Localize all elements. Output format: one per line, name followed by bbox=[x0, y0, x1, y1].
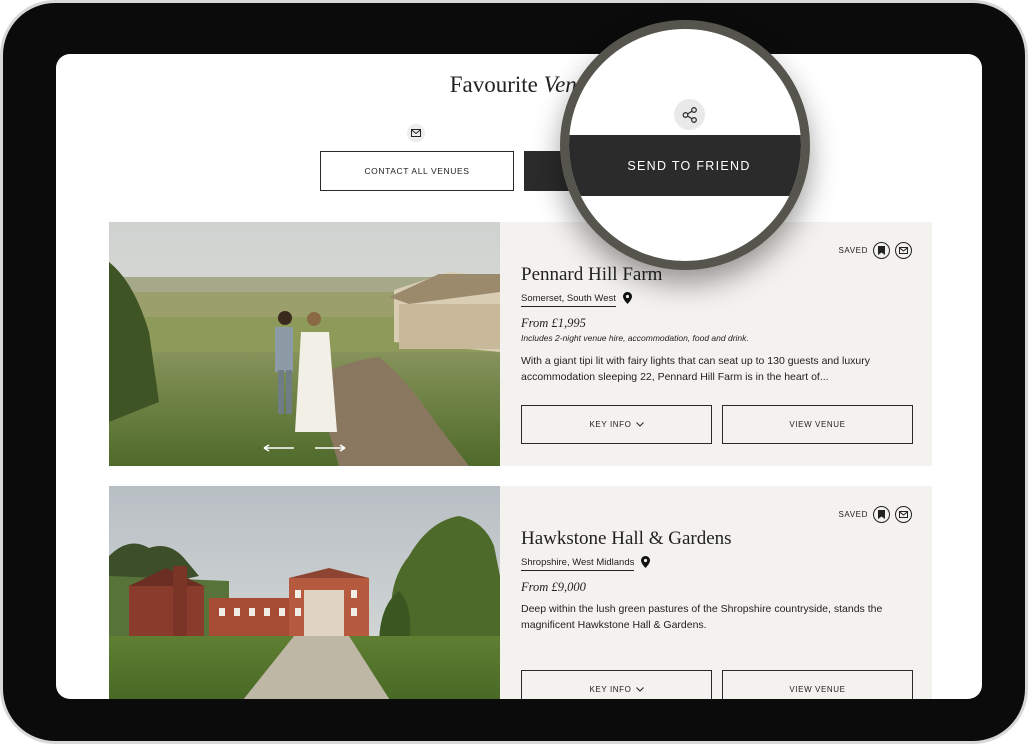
send-to-friend-button-zoomed[interactable]: SEND TO FRIEND bbox=[569, 135, 801, 196]
saved-label: SAVED bbox=[838, 246, 868, 255]
magnifier-lens: SEND TO FRIEND bbox=[560, 20, 810, 270]
venue-description: With a giant tipi lit with fairy lights … bbox=[521, 355, 871, 383]
mail-icon[interactable] bbox=[895, 242, 912, 259]
location-pin-icon bbox=[641, 556, 651, 571]
screen: Favourite Venu CONTACT ALL VENUES SAVED … bbox=[56, 54, 982, 699]
venue-price: From £9,000 bbox=[521, 580, 586, 594]
bookmark-icon[interactable] bbox=[873, 242, 890, 259]
venue-card: SAVED Hawkstone Hall & Gardens Shropshir… bbox=[109, 486, 932, 699]
location-pin-icon bbox=[622, 292, 632, 307]
saved-label: SAVED bbox=[838, 510, 868, 519]
arrow-left-icon[interactable] bbox=[259, 438, 299, 458]
arrow-right-icon[interactable] bbox=[310, 438, 350, 458]
view-venue-button[interactable]: VIEW VENUE bbox=[722, 405, 913, 444]
page-title: Favourite Venu bbox=[56, 72, 982, 98]
venue-name[interactable]: Hawkstone Hall & Gardens bbox=[521, 528, 732, 550]
venue-price: From £1,995 bbox=[521, 316, 586, 330]
share-icon[interactable] bbox=[674, 99, 705, 130]
mail-icon[interactable] bbox=[407, 124, 425, 142]
venue-photo-pennard[interactable] bbox=[109, 222, 500, 466]
key-info-label: KEY INFO bbox=[589, 685, 632, 694]
venue-includes: Includes 2-night venue hire, accommodati… bbox=[521, 333, 749, 343]
mail-icon[interactable] bbox=[895, 506, 912, 523]
venue-location-text: Somerset, South West bbox=[521, 293, 616, 307]
venue-photo-hawkstone[interactable] bbox=[109, 486, 500, 699]
key-info-button[interactable]: KEY INFO bbox=[521, 670, 712, 699]
venue-info: SAVED Hawkstone Hall & Gardens Shropshir… bbox=[521, 486, 932, 699]
chevron-down-icon bbox=[635, 685, 644, 694]
chevron-down-icon bbox=[635, 420, 644, 429]
venue-card: SAVED Pennard Hill Farm Somerset, South … bbox=[109, 222, 932, 466]
contact-all-venues-button[interactable]: CONTACT ALL VENUES bbox=[320, 151, 514, 191]
venue-location: Shropshire, West Midlands bbox=[521, 556, 651, 571]
page-title-regular: Favourite bbox=[449, 72, 544, 97]
venue-description: Deep within the lush green pastures of t… bbox=[521, 603, 883, 631]
saved-controls: SAVED bbox=[838, 242, 912, 259]
send-to-friend-label: SEND TO FRIEND bbox=[627, 158, 751, 173]
tablet-frame: Favourite Venu CONTACT ALL VENUES SAVED … bbox=[3, 3, 1025, 741]
venue-location: Somerset, South West bbox=[521, 292, 632, 307]
bookmark-icon[interactable] bbox=[873, 506, 890, 523]
venue-location-text: Shropshire, West Midlands bbox=[521, 557, 635, 571]
saved-controls: SAVED bbox=[838, 506, 912, 523]
key-info-label: KEY INFO bbox=[589, 420, 632, 429]
view-venue-button[interactable]: VIEW VENUE bbox=[722, 670, 913, 699]
key-info-button[interactable]: KEY INFO bbox=[521, 405, 712, 444]
venue-name[interactable]: Pennard Hill Farm bbox=[521, 264, 662, 286]
